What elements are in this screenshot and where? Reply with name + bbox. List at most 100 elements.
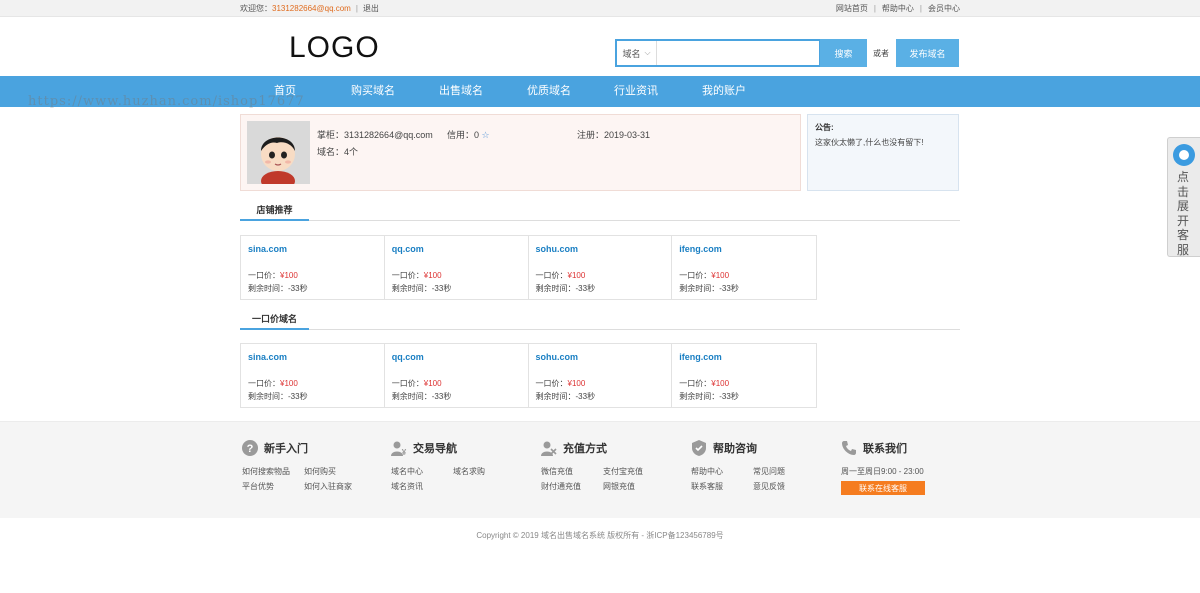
nav-item-premium-domain[interactable]: 优质域名 [527, 76, 571, 107]
recommended-domain-grid: sina.com 一口价：¥100 剩余时间：-33秒 qq.com 一口价：¥… [240, 235, 817, 300]
domain-name-link[interactable]: sina.com [248, 244, 287, 254]
footer-link[interactable]: 常见问题 [753, 466, 815, 477]
search-type-value: 域名 [622, 48, 641, 59]
footer-col-title: 新手入门 [264, 443, 308, 455]
domain-name-link[interactable]: ifeng.com [679, 244, 722, 254]
top-bar: 欢迎您：3131282664@qq.com | 退出 网站首页 | 帮助中心 | 会员中心 [0, 0, 1200, 17]
nav-item-home[interactable]: 首页 [274, 76, 296, 107]
footer-col-title: 交易导航 [413, 443, 457, 455]
credit-label: 信用： [447, 130, 475, 140]
footer-link[interactable]: 意见反馈 [753, 481, 815, 492]
notice-content: 这家伙太懒了,什么也没有留下! [815, 138, 924, 147]
domain-name-link[interactable]: qq.com [392, 244, 424, 254]
domain-price: 一口价：¥100 [535, 271, 586, 280]
logo[interactable]: LOGO [289, 31, 380, 65]
site-home-link[interactable]: 网站首页 [836, 4, 868, 13]
search-type-select[interactable]: 域名 ⌵ [617, 41, 657, 65]
footer-link[interactable]: 财付通充值 [541, 481, 603, 492]
footer-link[interactable]: 平台优势 [242, 481, 304, 492]
domains-count: 4个 [344, 147, 359, 157]
footer-link[interactable]: 如何购买 [304, 466, 366, 477]
phone-icon [841, 440, 857, 456]
logout-link[interactable]: 退出 [363, 4, 379, 13]
domain-card[interactable]: qq.com 一口价：¥100 剩余时间：-33秒 [385, 236, 529, 299]
user-email-link[interactable]: 3131282664@qq.com [272, 4, 351, 13]
footer-col-title: 帮助咨询 [713, 443, 757, 455]
domain-name-link[interactable]: sohu.com [536, 352, 579, 362]
footer-col-recharge: 充值方式 微信充值 支付宝充值 财付通充值 网银充值 [541, 440, 665, 492]
tab-fixed-price-domains[interactable]: 一口价域名 [240, 312, 309, 330]
recharge-icon [541, 440, 557, 456]
footer-link[interactable]: 网银充值 [603, 481, 665, 492]
footer-col-help: 帮助咨询 帮助中心 常见问题 联系客服 意见反馈 [691, 440, 815, 492]
shop-profile: 掌柜：3131282664@qq.com 信用：0 ☆ 注册：2019-03-3… [240, 114, 801, 191]
domain-remaining-time: 剩余时间：-33秒 [391, 392, 452, 401]
welcome-label: 欢迎您： [240, 4, 272, 13]
owner-value: 3131282664@qq.com [344, 130, 433, 140]
register-label: 注册： [577, 130, 605, 140]
service-hours: 周一至周日9:00 - 23:00 [841, 467, 924, 476]
notice-panel: 公告: 这家伙太懒了,什么也没有留下! [807, 114, 959, 191]
domain-card[interactable]: sohu.com 一口价：¥100 剩余时间：-33秒 [529, 344, 673, 407]
domain-card[interactable]: ifeng.com 一口价：¥100 剩余时间：-33秒 [672, 344, 816, 407]
nav-item-my-account[interactable]: 我的账户 [702, 76, 746, 107]
footer-link[interactable]: 微信充值 [541, 466, 603, 477]
domain-card[interactable]: sina.com 一口价：¥100 剩余时间：-33秒 [241, 236, 385, 299]
question-icon: ? [242, 440, 258, 456]
owner-info: 掌柜：3131282664@qq.com [317, 128, 433, 141]
search-box: 域名 ⌵ [615, 39, 821, 67]
avatar [247, 121, 310, 184]
domain-price: 一口价：¥100 [248, 379, 298, 388]
domain-name-link[interactable]: ifeng.com [679, 352, 722, 362]
copyright: Copyright © 2019 域名出售域名系统 版权所有 - 浙ICP备12… [476, 531, 724, 540]
member-center-link[interactable]: 会员中心 [928, 4, 960, 13]
svg-text:¥: ¥ [402, 448, 407, 456]
footer-link[interactable]: 如何搜索物品 [242, 466, 304, 477]
footer-link[interactable]: 域名中心 [391, 466, 453, 477]
domain-name-link[interactable]: sina.com [248, 352, 287, 362]
footer-link[interactable]: 支付宝充值 [603, 466, 665, 477]
user-trade-icon: ¥ [391, 440, 407, 456]
footer-link[interactable]: 如何入驻商家 [304, 481, 366, 492]
search-input[interactable] [657, 41, 819, 65]
help-center-link[interactable]: 帮助中心 [882, 4, 914, 13]
footer-link[interactable]: 帮助中心 [691, 466, 753, 477]
footer-col-title: 联系我们 [863, 443, 907, 455]
domain-card[interactable]: qq.com 一口价：¥100 剩余时间：-33秒 [385, 344, 529, 407]
online-service-button[interactable]: 联系在线客服 [841, 481, 925, 495]
domain-name-link[interactable]: qq.com [392, 352, 424, 362]
footer-link[interactable]: 域名求购 [453, 466, 515, 477]
domain-remaining-time: 剩余时间：-33秒 [248, 392, 308, 401]
tab-shop-recommend[interactable]: 店铺推荐 [240, 203, 309, 221]
footer-col-trade: ¥ 交易导航 域名中心 域名求购 域名资讯 [391, 440, 515, 492]
nav-item-sell-domain[interactable]: 出售域名 [439, 76, 483, 107]
main-nav: 首页 购买域名 出售域名 优质域名 行业资讯 我的账户 [0, 76, 1200, 107]
publish-domain-button[interactable]: 发布域名 [896, 39, 959, 67]
domain-price: 一口价：¥100 [248, 271, 298, 280]
domain-price: 一口价：¥100 [679, 379, 730, 388]
domain-card[interactable]: sohu.com 一口价：¥100 剩余时间：-33秒 [529, 236, 673, 299]
shield-icon [691, 440, 707, 456]
customer-service-tab[interactable]: 点击展开客服 [1167, 137, 1200, 257]
footer-link[interactable]: 联系客服 [691, 481, 753, 492]
notice-title: 公告: [815, 123, 834, 132]
search-button[interactable]: 搜索 [820, 39, 867, 67]
register-date: 2019-03-31 [604, 130, 651, 140]
domain-card[interactable]: sina.com 一口价：¥100 剩余时间：-33秒 [241, 344, 385, 407]
domain-card[interactable]: ifeng.com 一口价：¥100 剩余时间：-33秒 [672, 236, 816, 299]
nav-item-buy-domain[interactable]: 购买域名 [351, 76, 395, 107]
credit-value: 0 [474, 130, 480, 140]
chevron-down-icon: ⌵ [644, 48, 651, 57]
footer: ? 新手入门 如何搜索物品 如何购买 平台优势 如何入驻商家 ¥ 交易导航 域名… [0, 421, 1200, 518]
domains-label: 域名： [317, 147, 345, 157]
domain-price: 一口价：¥100 [679, 271, 730, 280]
domain-price: 一口价：¥100 [535, 379, 586, 388]
domain-name-link[interactable]: sohu.com [536, 244, 579, 254]
footer-col-title: 充值方式 [563, 443, 607, 455]
nav-item-news[interactable]: 行业资讯 [614, 76, 658, 107]
section-header-fixed-price: 一口价域名 [240, 312, 960, 330]
domain-remaining-time: 剩余时间：-33秒 [535, 284, 596, 293]
domains-info: 域名：4个 [317, 145, 358, 158]
footer-link[interactable]: 域名资讯 [391, 481, 453, 492]
qq-icon [1173, 144, 1195, 166]
